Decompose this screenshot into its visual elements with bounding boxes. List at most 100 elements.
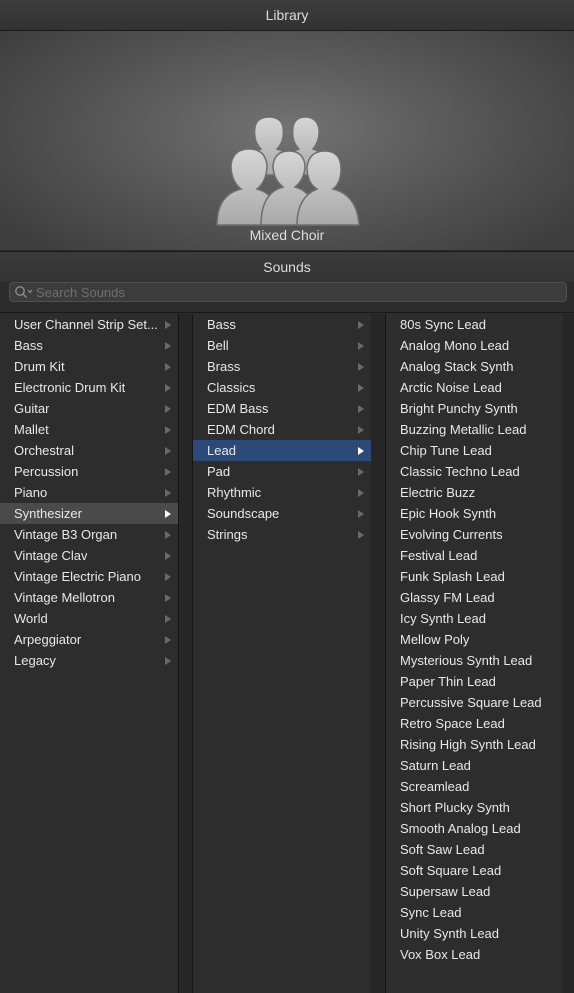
subcategory-item-label: EDM Bass [207, 401, 269, 416]
column-divider [179, 314, 192, 993]
patch-item[interactable]: Classic Techno Lead [386, 461, 563, 482]
patch-item[interactable]: Supersaw Lead [386, 881, 563, 902]
category-item[interactable]: Arpeggiator [0, 629, 178, 650]
category-item[interactable]: Vintage Clav [0, 545, 178, 566]
subcategory-item[interactable]: Classics [193, 377, 371, 398]
category-item[interactable]: Drum Kit [0, 356, 178, 377]
patch-item[interactable]: Retro Space Lead [386, 713, 563, 734]
patch-item-label: Soft Saw Lead [400, 842, 485, 857]
patch-item-label: Arctic Noise Lead [400, 380, 502, 395]
category-item[interactable]: Synthesizer [0, 503, 178, 524]
sounds-header: Sounds [0, 251, 574, 282]
subcategory-item[interactable]: Soundscape [193, 503, 371, 524]
subcategory-item-label: Bell [207, 338, 229, 353]
category-item[interactable]: Mallet [0, 419, 178, 440]
category-item-label: Bass [14, 338, 43, 353]
category-item-label: Arpeggiator [14, 632, 82, 647]
patch-item-label: Sync Lead [400, 905, 462, 920]
patch-item[interactable]: Soft Square Lead [386, 860, 563, 881]
disclosure-arrow-icon [165, 615, 171, 623]
disclosure-arrow-icon [358, 321, 364, 329]
sounds-title: Sounds [263, 259, 311, 275]
patch-item[interactable]: Analog Stack Synth [386, 356, 563, 377]
category-item-label: Drum Kit [14, 359, 65, 374]
category-item-label: Orchestral [14, 443, 74, 458]
patch-item[interactable]: Unity Synth Lead [386, 923, 563, 944]
patch-item[interactable]: Analog Mono Lead [386, 335, 563, 356]
disclosure-arrow-icon [358, 531, 364, 539]
subcategory-item[interactable]: Bass [193, 314, 371, 335]
subcategory-item[interactable]: Rhythmic [193, 482, 371, 503]
subcategory-item[interactable]: Pad [193, 461, 371, 482]
disclosure-arrow-icon [165, 426, 171, 434]
patch-item-label: Mysterious Synth Lead [400, 653, 533, 668]
category-item-label: Synthesizer [14, 506, 82, 521]
patch-item[interactable]: Mysterious Synth Lead [386, 650, 563, 671]
search-input[interactable] [36, 284, 556, 300]
category-item-label: Vintage B3 Organ [14, 527, 118, 542]
patch-item[interactable]: Mellow Poly [386, 629, 563, 650]
disclosure-arrow-icon [165, 657, 171, 665]
patch-item[interactable]: Bright Punchy Synth [386, 398, 563, 419]
patch-item[interactable]: 80s Sync Lead [386, 314, 563, 335]
disclosure-arrow-icon [165, 531, 171, 539]
subcategory-column[interactable]: Bass Bell Brass Classics EDM Bass EDM Chord Le… [192, 314, 372, 993]
patch-item[interactable]: Soft Saw Lead [386, 839, 563, 860]
category-item[interactable]: Piano [0, 482, 178, 503]
disclosure-arrow-icon [358, 468, 364, 476]
patch-item[interactable]: Icy Synth Lead [386, 608, 563, 629]
category-item[interactable]: Vintage Mellotron [0, 587, 178, 608]
patch-item-label: Supersaw Lead [400, 884, 491, 899]
category-item-label: Legacy [14, 653, 56, 668]
search-field[interactable] [9, 282, 567, 302]
subcategory-item[interactable]: Bell [193, 335, 371, 356]
patch-item[interactable]: Short Plucky Synth [386, 797, 563, 818]
patch-item[interactable]: Arctic Noise Lead [386, 377, 563, 398]
category-item-label: World [14, 611, 48, 626]
patch-item[interactable]: Paper Thin Lead [386, 671, 563, 692]
subcategory-item-label: Soundscape [207, 506, 280, 521]
subcategory-item[interactable]: Lead [193, 440, 371, 461]
patch-item[interactable]: Evolving Currents [386, 524, 563, 545]
category-item[interactable]: World [0, 608, 178, 629]
patch-item[interactable]: Funk Splash Lead [386, 566, 563, 587]
patch-item[interactable]: Rising High Synth Lead [386, 734, 563, 755]
category-item[interactable]: Legacy [0, 650, 178, 671]
instrument-name: Mixed Choir [249, 227, 325, 243]
category-item[interactable]: User Channel Strip Set... [0, 314, 178, 335]
patch-item[interactable]: Electric Buzz [386, 482, 563, 503]
patch-item-label: Rising High Synth Lead [400, 737, 536, 752]
patch-item[interactable]: Epic Hook Synth [386, 503, 563, 524]
patch-item[interactable]: Chip Tune Lead [386, 440, 563, 461]
patch-item-label: Unity Synth Lead [400, 926, 500, 941]
category-item[interactable]: Percussion [0, 461, 178, 482]
patch-item[interactable]: Percussive Square Lead [386, 692, 563, 713]
category-item[interactable]: Orchestral [0, 440, 178, 461]
subcategory-item[interactable]: EDM Bass [193, 398, 371, 419]
patch-item-label: Analog Stack Synth [400, 359, 514, 374]
patch-item[interactable]: Vox Box Lead [386, 944, 563, 965]
category-item[interactable]: Vintage B3 Organ [0, 524, 178, 545]
patch-item[interactable]: Festival Lead [386, 545, 563, 566]
search-icon[interactable] [14, 285, 34, 299]
patch-item-label: 80s Sync Lead [400, 317, 487, 332]
patch-item-label: Buzzing Metallic Lead [400, 422, 527, 437]
subcategory-item[interactable]: Brass [193, 356, 371, 377]
patch-item[interactable]: Saturn Lead [386, 755, 563, 776]
patch-item[interactable]: Sync Lead [386, 902, 563, 923]
subcategory-item[interactable]: EDM Chord [193, 419, 371, 440]
sound-browser-columns: User Channel Strip Set... Bass Drum Kit Ele… [0, 312, 574, 993]
patch-item-label: Festival Lead [400, 548, 478, 563]
patch-item[interactable]: Screamlead [386, 776, 563, 797]
patch-item[interactable]: Smooth Analog Lead [386, 818, 563, 839]
patch-column[interactable]: 80s Sync Lead Analog Mono Lead Analog Stac… [385, 314, 564, 993]
category-column[interactable]: User Channel Strip Set... Bass Drum Kit Ele… [0, 314, 179, 993]
category-item[interactable]: Electronic Drum Kit [0, 377, 178, 398]
patch-item[interactable]: Buzzing Metallic Lead [386, 419, 563, 440]
patch-item[interactable]: Glassy FM Lead [386, 587, 563, 608]
subcategory-item[interactable]: Strings [193, 524, 371, 545]
category-item[interactable]: Vintage Electric Piano [0, 566, 178, 587]
category-item[interactable]: Bass [0, 335, 178, 356]
category-item[interactable]: Guitar [0, 398, 178, 419]
disclosure-arrow-icon [358, 405, 364, 413]
